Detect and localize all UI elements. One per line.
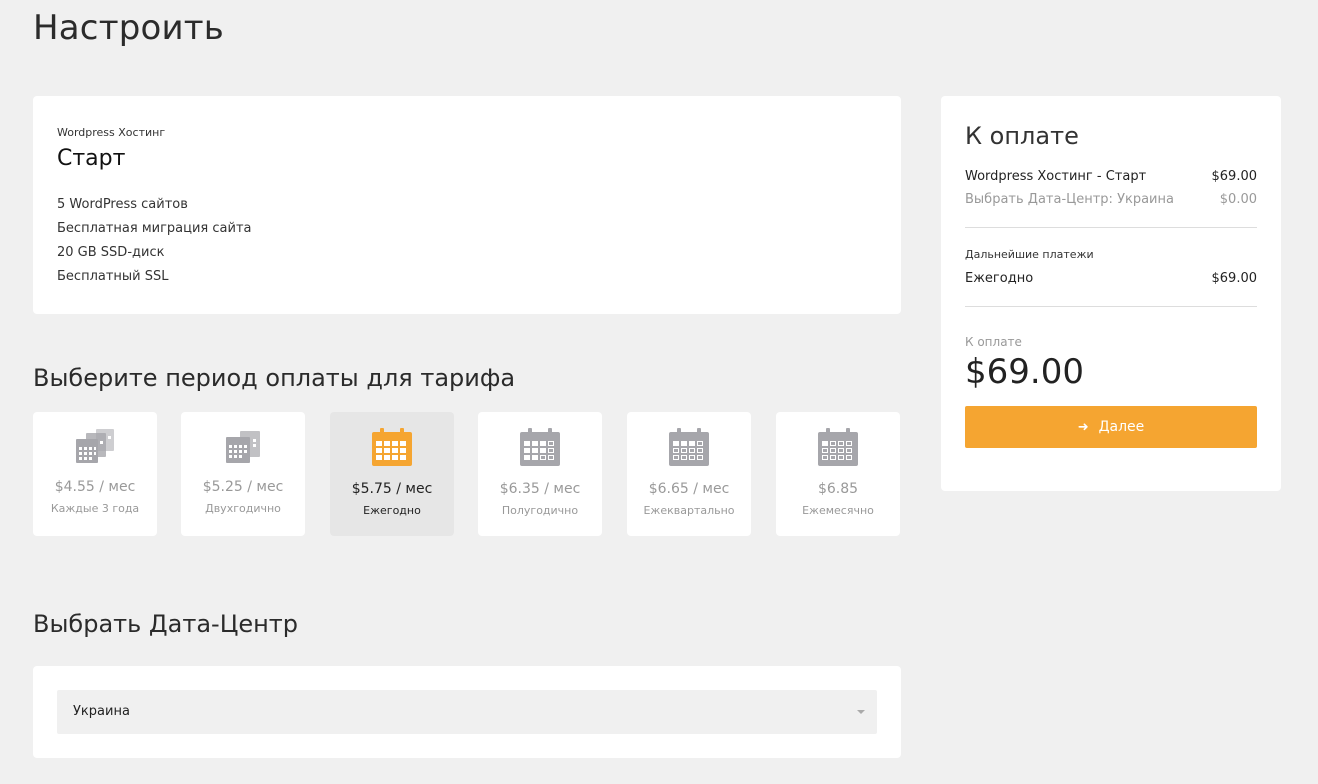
cycle-price: $5.75 / мес (351, 481, 433, 497)
cycle-price: $5.25 / мес (202, 479, 284, 495)
cycle-label: Двухгодично (205, 502, 281, 515)
datacenter-selected-value: Украина (73, 704, 130, 719)
cycle-option-monthly[interactable]: $6.85 Ежемесячно (776, 412, 900, 536)
summary-product-label: Wordpress Хостинг - Старт (965, 169, 1147, 184)
cycle-option-triennially[interactable]: $4.55 / мес Каждые 3 года (33, 412, 157, 536)
cycle-option-biennially[interactable]: $5.25 / мес Двухгодично (181, 412, 305, 536)
datacenter-section-title: Выбрать Дата-Центр (33, 610, 299, 638)
feature-item: Бесплатный SSL (57, 269, 169, 284)
billing-cycle-list: $4.55 / мес Каждые 3 года $5.25 / мес Дв… (33, 412, 901, 536)
cycle-price: $6.35 / мес (499, 481, 581, 497)
product-name: Старт (57, 146, 126, 171)
summary-product-amount: $69.00 (1211, 169, 1258, 184)
calendar-month-icon (818, 428, 858, 466)
cycle-label: Полугодично (501, 504, 579, 517)
summary-title: К оплате (965, 122, 1079, 150)
order-summary: К оплате Wordpress Хостинг - Старт $69.0… (941, 96, 1281, 491)
divider (965, 227, 1257, 228)
feature-item: 20 GB SSD-диск (57, 245, 165, 260)
product-group: Wordpress Хостинг (57, 126, 166, 139)
feature-list: 5 WordPress сайтов Бесплатная миграция с… (57, 193, 877, 289)
cycle-price: $4.55 / мес (54, 479, 136, 495)
cycle-option-annually[interactable]: $5.75 / мес Ежегодно (330, 412, 454, 536)
page-title: Настроить (33, 8, 225, 48)
divider (965, 306, 1257, 307)
datacenter-select[interactable]: Украина (57, 690, 877, 734)
arrow-right-icon: ➜ (1077, 419, 1089, 435)
cycle-label: Ежеквартально (643, 504, 735, 517)
feature-item: 5 WordPress сайтов (57, 197, 188, 212)
cycle-price: $6.85 (817, 481, 859, 497)
double-calendar-icon (226, 431, 260, 463)
calendar-half-icon (520, 428, 560, 466)
summary-recurring-row: Ежегодно $69.00 (965, 271, 1257, 286)
calendar-quarter-icon (669, 428, 709, 466)
summary-recurring-label: Ежегодно (965, 271, 1034, 286)
calendar-full-icon (372, 428, 412, 466)
billing-section-title: Выберите период оплаты для тарифа (33, 364, 516, 392)
cycle-option-quarterly[interactable]: $6.65 / мес Ежеквартально (627, 412, 751, 536)
chevron-down-icon (857, 710, 865, 714)
checkout-button[interactable]: ➜ Далее (965, 406, 1257, 448)
cycle-option-semiannually[interactable]: $6.35 / мес Полугодично (478, 412, 602, 536)
cycle-label: Каждые 3 года (50, 502, 140, 515)
cycle-price: $6.65 / мес (648, 481, 730, 497)
total-label: К оплате (965, 335, 1022, 349)
recurring-title: Дальнейшие платежи (965, 248, 1094, 261)
summary-option-row: Выбрать Дата-Центр: Украина $0.00 (965, 192, 1257, 207)
datacenter-card: Украина (33, 666, 901, 758)
summary-option-label: Выбрать Дата-Центр: Украина (965, 192, 1174, 207)
cycle-label: Ежегодно (363, 504, 421, 517)
triple-calendar-icon (76, 429, 114, 463)
total-amount: $69.00 (965, 352, 1084, 392)
checkout-button-label: Далее (1098, 419, 1145, 435)
cycle-label: Ежемесячно (802, 504, 874, 517)
product-card: Wordpress Хостинг Старт 5 WordPress сайт… (33, 96, 901, 314)
summary-recurring-amount: $69.00 (1211, 271, 1258, 286)
summary-option-amount: $0.00 (1219, 192, 1257, 207)
summary-product-row: Wordpress Хостинг - Старт $69.00 (965, 169, 1257, 184)
feature-item: Бесплатная миграция сайта (57, 221, 252, 236)
